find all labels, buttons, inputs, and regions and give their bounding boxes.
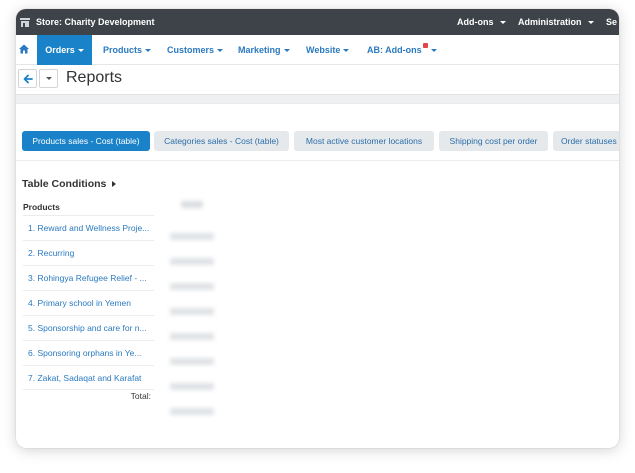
nav-website[interactable]: Website xyxy=(306,35,350,65)
blurred-cell xyxy=(170,283,214,290)
store-name: Store: Charity Development xyxy=(36,17,155,27)
products-column-header: Products xyxy=(23,202,60,212)
menu-settings-label: Se xyxy=(606,17,618,27)
chevron-down-icon xyxy=(145,48,152,52)
table-conditions-toggle[interactable]: Table Conditions xyxy=(22,178,117,190)
home-icon[interactable] xyxy=(19,44,29,54)
product-link[interactable]: 2. Recurring xyxy=(28,248,74,258)
nav-customers-label: Customers xyxy=(167,45,215,55)
table-row[interactable]: 4. Primary school in Yemen xyxy=(23,290,154,315)
tab-shipping-cost-per-order[interactable]: Shipping cost per order xyxy=(439,131,548,151)
menu-add-ons-label: Add-ons xyxy=(457,17,494,27)
table-row[interactable]: 7. Zakat, Sadaqat and Karafat xyxy=(23,365,154,390)
product-link[interactable]: 7. Zakat, Sadaqat and Karafat xyxy=(28,373,141,383)
nav-ab-add-ons[interactable]: AB: Add-ons xyxy=(367,35,437,65)
tab-label: Shipping cost per order xyxy=(449,136,538,146)
blurred-cell xyxy=(170,258,214,265)
tab-most-active-customer-locations[interactable]: Most active customer locations xyxy=(294,131,434,151)
chevron-down-icon xyxy=(587,20,594,24)
table-row[interactable]: 1. Reward and Wellness Proje... xyxy=(23,215,154,240)
total-label: Total: xyxy=(130,391,151,401)
notification-badge xyxy=(422,42,428,48)
nav-orders[interactable]: Orders xyxy=(37,35,92,65)
page-header: Reports xyxy=(16,65,619,94)
tab-label: Most active customer locations xyxy=(305,136,423,146)
blurred-cell xyxy=(170,358,214,365)
tab-products-sales-cost[interactable]: Products sales - Cost (table) xyxy=(22,131,150,151)
chevron-down-icon xyxy=(499,20,506,24)
table-row[interactable]: 2. Recurring xyxy=(23,240,154,265)
blurred-cell xyxy=(170,408,214,415)
blurred-cell xyxy=(170,308,214,315)
blurred-cell xyxy=(170,333,214,340)
product-link[interactable]: 5. Sponsorship and care for n... xyxy=(28,323,147,333)
blurred-header xyxy=(181,201,203,208)
blurred-cell xyxy=(170,383,214,390)
chevron-right-icon xyxy=(112,181,117,187)
page-title: Reports xyxy=(66,69,123,86)
arrow-left-icon xyxy=(23,74,33,83)
table-row[interactable]: 3. Rohingya Refugee Relief - ... xyxy=(23,265,154,290)
nav-orders-label: Orders xyxy=(45,45,75,55)
back-button[interactable] xyxy=(18,69,37,88)
chevron-down-icon xyxy=(430,48,437,52)
nav-products-label: Products xyxy=(103,45,143,55)
tab-label: Products sales - Cost (table) xyxy=(32,136,140,146)
menu-administration[interactable]: Administration xyxy=(518,9,594,35)
nav-website-label: Website xyxy=(306,45,341,55)
table-row[interactable]: 6. Sponsoring orphans in Ye... xyxy=(23,340,154,365)
top-bar: Store: Charity Development Add-ons Admin… xyxy=(16,9,619,35)
tabs-divider xyxy=(16,160,619,161)
blurred-values-column xyxy=(156,189,231,448)
tab-label: Order statuses xyxy=(561,136,617,146)
chevron-down-icon xyxy=(77,48,84,52)
toolbar-divider xyxy=(16,94,619,104)
tab-order-statuses[interactable]: Order statuses xyxy=(553,131,619,151)
nav-marketing[interactable]: Marketing xyxy=(238,35,290,65)
table-row[interactable]: 5. Sponsorship and care for n... xyxy=(23,315,154,340)
main-nav: Orders Products Customers Marketing Webs… xyxy=(16,35,619,65)
tab-categories-sales-cost[interactable]: Categories sales - Cost (table) xyxy=(154,131,289,151)
product-link[interactable]: 4. Primary school in Yemen xyxy=(28,298,131,308)
products-list: 1. Reward and Wellness Proje... 2. Recur… xyxy=(23,215,154,390)
nav-customers[interactable]: Customers xyxy=(167,35,224,65)
menu-add-ons[interactable]: Add-ons xyxy=(457,9,506,35)
report-tabs: Products sales - Cost (table) Categories… xyxy=(16,131,619,151)
tab-label: Categories sales - Cost (table) xyxy=(164,136,279,146)
nav-marketing-label: Marketing xyxy=(238,45,281,55)
product-link[interactable]: 1. Reward and Wellness Proje... xyxy=(28,223,149,233)
history-dropdown-button[interactable] xyxy=(39,69,58,88)
menu-settings[interactable]: Se xyxy=(606,9,617,35)
chevron-down-icon xyxy=(217,48,224,52)
menu-administration-label: Administration xyxy=(518,17,582,27)
product-link[interactable]: 3. Rohingya Refugee Relief - ... xyxy=(28,273,147,283)
nav-products[interactable]: Products xyxy=(103,35,152,65)
chevron-down-icon xyxy=(343,48,350,52)
chevron-down-icon xyxy=(283,48,290,52)
app-window: Store: Charity Development Add-ons Admin… xyxy=(16,9,619,448)
store-icon xyxy=(20,17,30,27)
blurred-cell xyxy=(170,233,214,240)
table-conditions-label: Table Conditions xyxy=(22,178,107,190)
chevron-down-icon xyxy=(45,77,52,80)
product-link[interactable]: 6. Sponsoring orphans in Ye... xyxy=(28,348,141,358)
nav-ab-add-ons-label: AB: Add-ons xyxy=(367,45,422,55)
store-switcher[interactable]: Store: Charity Development xyxy=(20,9,155,35)
